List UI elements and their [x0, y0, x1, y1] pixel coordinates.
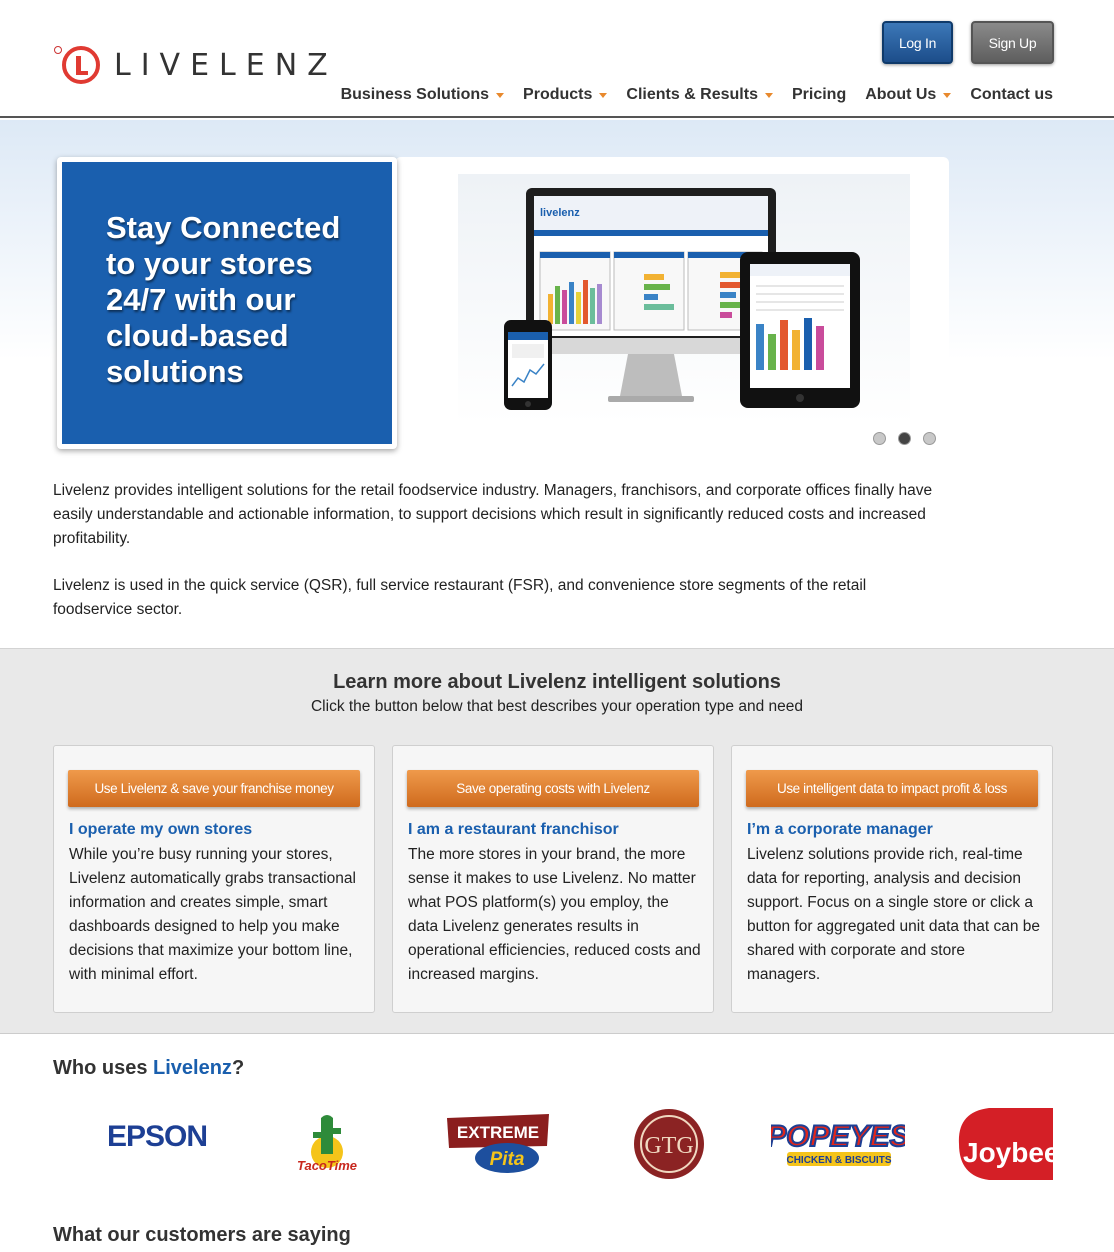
logo-dot-icon [54, 46, 62, 54]
logo-text: TacoTime [297, 1158, 357, 1173]
svg-text:CHICKEN & BISCUITS: CHICKEN & BISCUITS [786, 1155, 891, 1166]
nav-business-solutions[interactable]: Business Solutions [341, 86, 505, 104]
save-costs-button[interactable]: Save operating costs with Livelenz [407, 770, 699, 807]
learn-more-title: Learn more about Livelenz intelligent so… [333, 671, 781, 693]
nav-label[interactable]: About Us [865, 86, 936, 104]
nav-label[interactable]: Pricing [792, 86, 846, 104]
who-uses-title: Who uses Livelenz? [53, 1057, 244, 1080]
intro-paragraph-1: Livelenz provides intelligent solutions … [53, 482, 933, 547]
intelligent-data-button[interactable]: Use intelligent data to impact profit & … [746, 770, 1038, 807]
carousel-dot-3[interactable] [923, 432, 936, 445]
nav-label[interactable]: Clients & Results [626, 86, 758, 104]
chevron-down-icon [496, 92, 505, 98]
intro-text: Livelenz provides intelligent solutions … [53, 479, 933, 645]
solution-card-operator: Use Livelenz & save your franchise money… [53, 745, 375, 1013]
nav-pricing[interactable]: Pricing [792, 86, 846, 104]
svg-text:Joybee: Joybee [963, 1137, 1053, 1168]
solution-card-corporate: Use intelligent data to impact profit & … [731, 745, 1053, 1013]
logo-l-circle-icon [62, 46, 100, 84]
svg-text:Pita: Pita [490, 1149, 525, 1170]
learn-more-subtitle: Click the button below that best describ… [310, 698, 803, 715]
card-heading[interactable]: I’m a corporate manager [747, 821, 933, 839]
card-body: While you’re busy running your stores, L… [69, 846, 356, 983]
main-nav: Business Solutions Products Clients & Re… [322, 86, 1053, 104]
logo-text: EPSON [107, 1120, 207, 1153]
login-button[interactable]: Log In [882, 21, 953, 64]
who-brand[interactable]: Livelenz [153, 1057, 232, 1079]
carousel-dot-1[interactable] [873, 432, 886, 445]
card-body: Livelenz solutions provide rich, real-ti… [747, 846, 1041, 983]
devices-dashboard-image: livelenz [458, 174, 910, 424]
client-logo-popeyes[interactable]: POPEYES CHICKEN & BISCUITS [771, 1116, 905, 1172]
signup-button[interactable]: Sign Up [971, 21, 1054, 64]
learn-more-section: Learn more about Livelenz intelligent so… [0, 648, 1114, 1034]
hero-section: livelenz Stay Connected to your stores 2… [0, 120, 1114, 648]
svg-text:POPEYES: POPEYES [771, 1120, 905, 1153]
client-logo-joybee[interactable]: Joybee [949, 1104, 1053, 1184]
carousel-dots [873, 432, 936, 445]
hero-callout: Stay Connected to your stores 24/7 with … [57, 157, 397, 449]
client-logo-epson[interactable]: EPSON [105, 1112, 217, 1156]
chevron-down-icon [943, 92, 952, 98]
nav-contact-us[interactable]: Contact us [970, 86, 1053, 104]
client-logo-extreme-pita[interactable]: EXTREME Pita [443, 1110, 553, 1176]
client-logo-tacotime[interactable]: TacoTime [285, 1108, 369, 1182]
nav-products[interactable]: Products [523, 86, 608, 104]
nav-label[interactable]: Products [523, 86, 592, 104]
svg-text:livelenz: livelenz [540, 207, 580, 219]
client-logo-gtg[interactable]: GTG [631, 1106, 707, 1182]
who-suffix: ? [231, 1057, 245, 1079]
carousel-dot-2[interactable] [898, 432, 911, 445]
card-heading[interactable]: I operate my own stores [69, 821, 252, 839]
franchise-money-button[interactable]: Use Livelenz & save your franchise money [68, 770, 360, 807]
who-prefix: Who uses [53, 1057, 154, 1079]
nav-label[interactable]: Contact us [970, 86, 1053, 104]
hero-headline: Stay Connected to your stores 24/7 with … [106, 210, 341, 389]
svg-text:GTG: GTG [644, 1133, 693, 1159]
client-logos: EPSON TacoTime EXTREME Pita GTG POPEYES [53, 1100, 1053, 1190]
nav-about-us[interactable]: About Us [865, 86, 952, 104]
nav-clients-results[interactable]: Clients & Results [626, 86, 773, 104]
intro-paragraph-2: Livelenz is used in the quick service (Q… [53, 577, 867, 618]
solution-card-franchisor: Save operating costs with Livelenz I am … [392, 745, 714, 1013]
testimonials-title: What our customers are saying [53, 1224, 351, 1246]
site-header: LIVELENZ Log In Sign Up Business Solutio… [0, 0, 1114, 118]
chevron-down-icon [764, 92, 773, 98]
svg-text:EXTREME: EXTREME [457, 1123, 539, 1142]
card-heading[interactable]: I am a restaurant franchisor [408, 821, 619, 839]
card-body: The more stores in your brand, the more … [408, 846, 701, 983]
livelenz-logo[interactable]: LIVELENZ [54, 46, 338, 84]
chevron-down-icon [599, 92, 608, 98]
logo-wordmark: LIVELENZ [114, 47, 338, 83]
nav-label[interactable]: Business Solutions [341, 86, 489, 104]
